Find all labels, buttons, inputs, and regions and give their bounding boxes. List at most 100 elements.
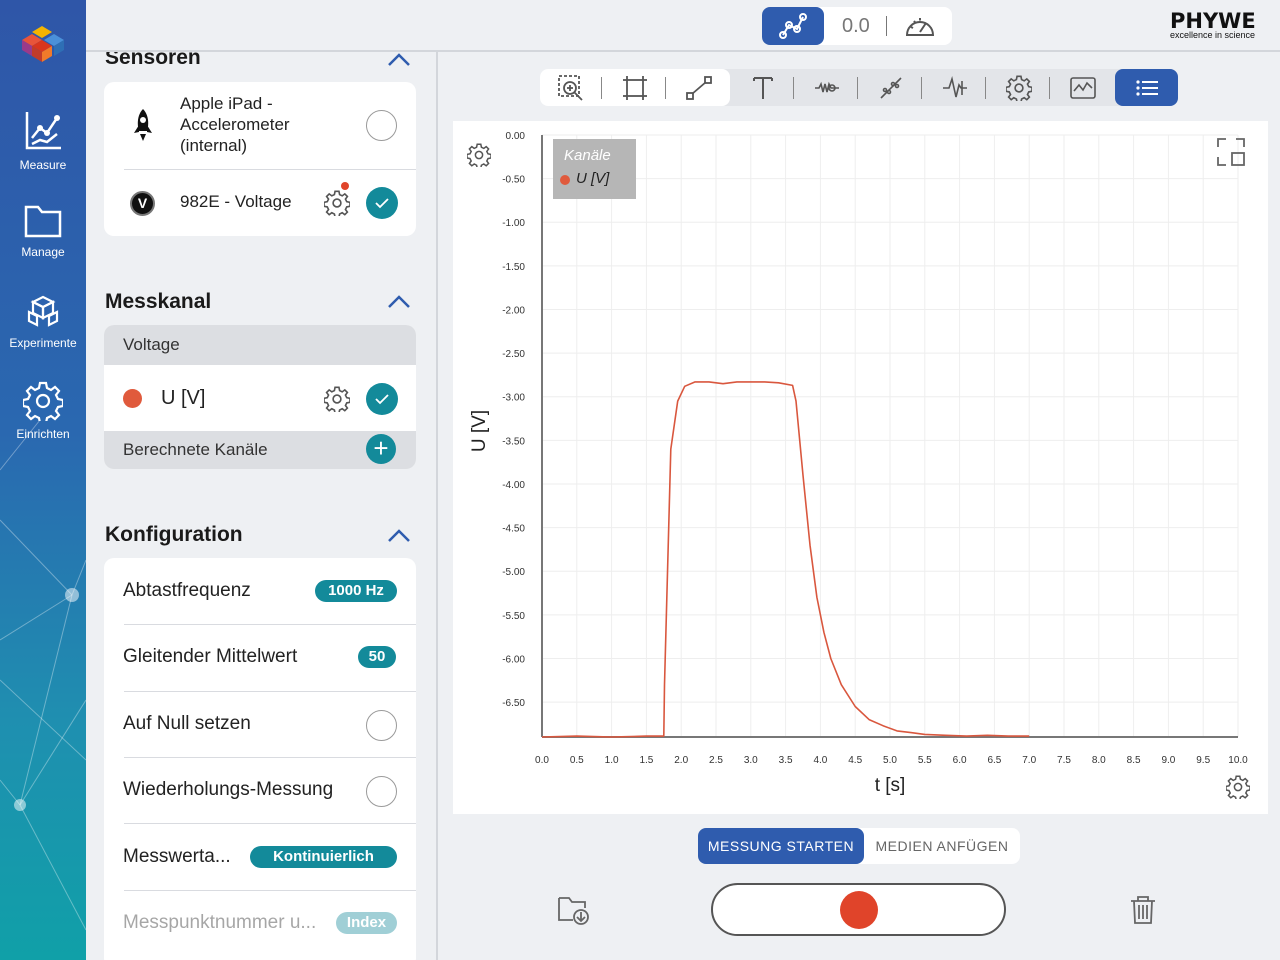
acquisition-mode-pill[interactable]: Kontinuierlich [250,846,397,868]
toolbar-separator [665,77,666,99]
channel-list-button[interactable] [1115,69,1178,106]
sampling-rate-pill[interactable]: 1000 Hz [315,580,397,602]
expand-chart-icon[interactable] [1216,137,1246,167]
sensor-badge: V [130,191,155,216]
config-row-messwertaufnahme[interactable]: Messwerta... Kontinuierlich [104,824,416,890]
channel-selected-check[interactable] [366,383,398,415]
x-tick-label: 3.0 [744,755,758,766]
config-label: Messpunktnummer u... [123,912,317,933]
x-axis-settings-gear-icon[interactable] [1226,775,1250,799]
toolbar-separator [921,77,922,99]
signal-analysis-icon[interactable] [942,75,968,101]
sensor-row[interactable]: Apple iPad - Accelerometer (internal) [104,82,416,169]
brand-tagline: excellence in science [1170,30,1256,40]
nav-manage[interactable]: Manage [0,203,86,259]
legend-color-dot [560,175,570,185]
config-row-mittelwert[interactable]: Gleitender Mittelwert 50 [104,625,416,691]
fit-to-screen-icon[interactable] [622,75,648,101]
measurement-chart[interactable]: 0.0 0.5 1.0 1.5 2.0 2.5 3.0 3.5 4.0 4.5 5.0 5.5 6.0 6… [453,121,1268,814]
messkanal-title: Messkanal [105,290,212,313]
x-tick-label: 1.0 [605,755,619,766]
chart-legend[interactable]: Kanäle U [V] [553,139,636,199]
x-tick-label: 4.0 [813,755,827,766]
calculated-channels-row[interactable]: Berechnete Kanäle + [104,431,416,469]
index-pill[interactable]: Index [336,912,397,934]
nav-manage-label: Manage [21,245,65,259]
sensor-name: Apple iPad - Accelerometer (internal) [180,94,290,155]
repeat-toggle-circle[interactable] [366,776,397,807]
config-row-wiederholung[interactable]: Wiederholungs-Messung [104,758,416,824]
record-dot [840,891,878,929]
x-tick-label: 8.0 [1092,755,1106,766]
config-row-abtastfrequenz[interactable]: Abtastfrequenz 1000 Hz [104,558,416,624]
graph-mode-button[interactable] [762,7,824,45]
graph-nodes-icon [779,13,807,39]
trash-icon[interactable] [1129,895,1157,925]
sensoren-card: Apple iPad - Accelerometer (internal) V … [104,82,416,236]
settings-sidebar: Sensoren Apple iPad - Accelerometer (int… [86,52,436,960]
y-tick-label: -0.50 [502,175,525,186]
sensor-row[interactable]: V 982E - Voltage [104,170,416,236]
checkmark-icon [375,198,389,209]
gear-icon [23,381,63,421]
chevron-up-icon[interactable] [386,52,412,68]
gauge-icon[interactable] [904,13,936,39]
x-tick-label: 0.0 [535,755,549,766]
sensor-settings-gear-icon[interactable] [324,190,350,216]
nav-experimente-label: Experimente [9,336,77,350]
y-axis-label: U [V] [469,410,490,452]
x-tick-label: 7.0 [1022,755,1036,766]
channel-name: U [V] [161,387,206,409]
config-label: Gleitender Mittelwert [123,646,298,667]
regression-tool-icon[interactable] [878,75,904,101]
toolbar-separator [857,77,858,99]
app-logo [22,26,64,62]
nav-measure[interactable]: Measure [0,110,86,172]
sensor-select-circle[interactable] [366,110,397,141]
config-label: Abtastfrequenz [123,580,251,601]
attach-media-tab[interactable]: MEDIEN ANFÜGEN [864,828,1020,864]
chevron-up-icon[interactable] [386,294,412,310]
smoothing-tool-icon[interactable] [814,75,840,101]
sensor-selected-check[interactable] [366,187,398,219]
toolbar-separator [793,77,794,99]
export-chart-icon[interactable] [1070,75,1096,101]
channel-settings-gear-icon[interactable] [324,386,350,412]
config-label: Auf Null setzen [123,713,251,734]
notification-dot [341,182,349,190]
config-row-nullsetzen[interactable]: Auf Null setzen [104,692,416,758]
toolbar-separator [1049,77,1050,99]
nav-einrichten[interactable]: Einrichten [0,381,86,441]
channel-group-header: Voltage [104,325,416,365]
line-tool-icon[interactable] [686,75,712,101]
text-tool-icon[interactable] [750,75,776,101]
x-tick-label: 6.5 [987,755,1001,766]
add-calculated-channel-button[interactable]: + [366,434,396,464]
config-row-messpunktnummer[interactable]: Messpunktnummer u... Index [104,891,416,957]
folder-download-icon[interactable] [557,894,591,926]
chart-line-icon [25,112,61,150]
y-tick-label: 0.00 [506,131,526,142]
nav-experimente[interactable]: Experimente [0,294,86,350]
action-segment: MESSUNG STARTEN MEDIEN ANFÜGEN [698,828,1020,864]
start-measurement-tab[interactable]: MESSUNG STARTEN [698,828,864,864]
konfiguration-title: Konfiguration [105,523,243,546]
cubes-icon [27,295,59,327]
y-tick-label: -5.50 [502,611,525,622]
y-tick-label: -2.50 [502,349,525,360]
chart-settings-gear-icon[interactable] [1006,75,1032,101]
rocket-sensor-icon [134,109,152,141]
channel-group-label: Voltage [123,335,180,354]
view-toggle: 0.0 [762,7,952,45]
zoom-region-icon[interactable] [558,75,584,101]
zero-toggle-circle[interactable] [366,710,397,741]
nav-einrichten-label: Einrichten [16,427,70,441]
chevron-up-icon[interactable] [386,528,412,544]
live-readout: 0.0 [842,15,870,37]
moving-average-pill[interactable]: 50 [358,646,396,668]
chart-panel: 0.0 0.5 1.0 1.5 2.0 2.5 3.0 3.5 4.0 4.5 5.0 5.5 6.0 6… [453,121,1268,814]
y-axis-settings-gear-icon[interactable] [467,143,491,167]
channel-row[interactable]: U [V] [104,365,416,431]
record-button[interactable] [711,883,1006,936]
legend-series-name: U [V] [576,170,610,187]
